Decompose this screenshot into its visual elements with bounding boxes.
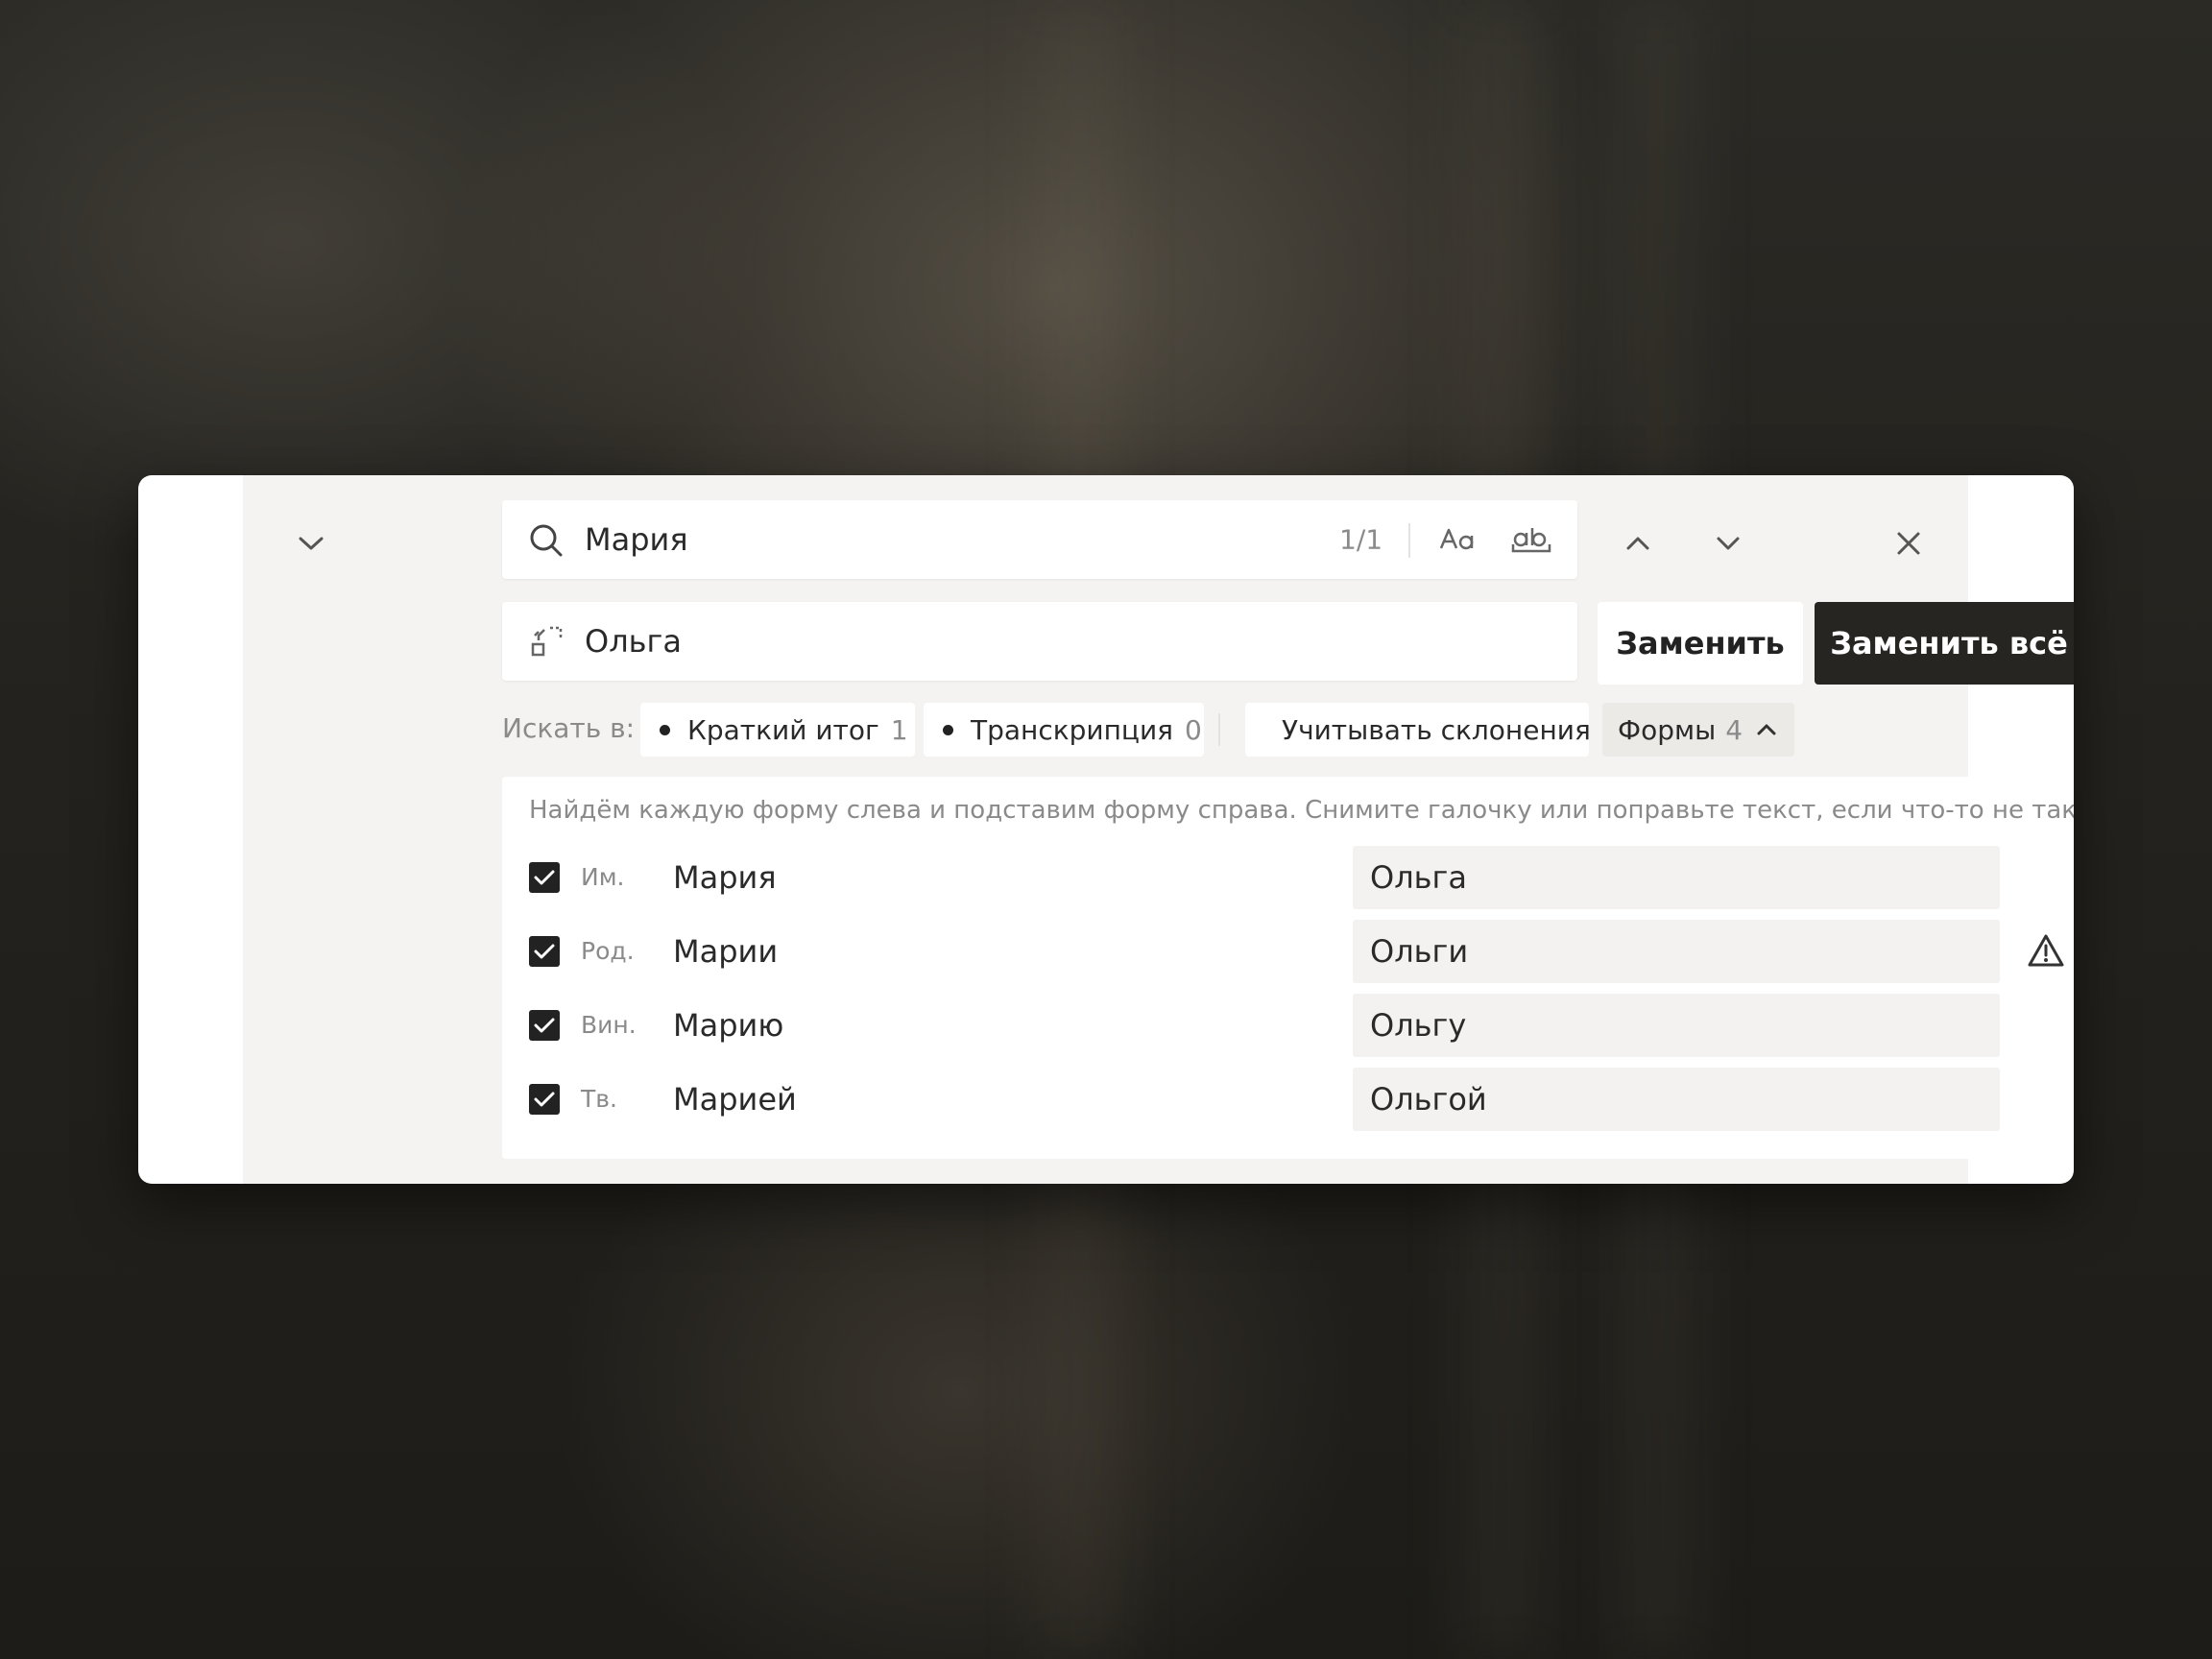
replace-input[interactable]: Ольга	[585, 623, 682, 660]
form-checkbox[interactable]	[529, 862, 560, 893]
search-field[interactable]: Мария 1/1	[502, 500, 1577, 579]
chevron-down-icon	[1717, 537, 1740, 550]
replace-all-button[interactable]: Заменить всё	[1815, 602, 2074, 685]
case-label: Им.	[581, 863, 625, 891]
forms-list: Найдём каждую форму слева и подставим фо…	[502, 777, 2074, 1159]
forms-label: Формы	[1618, 713, 1717, 746]
form-checkbox[interactable]	[529, 1010, 560, 1041]
forms-count: 4	[1725, 713, 1743, 746]
match-counter: 1/1	[1339, 523, 1383, 556]
chevron-down-icon	[299, 537, 324, 550]
whole-word-icon	[1511, 528, 1551, 553]
find-replace-panel: Мария 1/1 Ольга Заменить Заменить всё Ис…	[243, 475, 2074, 1184]
whole-word-button[interactable]	[1504, 519, 1558, 560]
scope-chip-label: Краткий итог	[687, 713, 879, 746]
close-button[interactable]	[1885, 519, 1933, 567]
scope-chip-count: 1	[890, 713, 908, 746]
target-form-input[interactable]: Ольгой	[1353, 1068, 2000, 1131]
target-form-input[interactable]: Ольгу	[1353, 994, 2000, 1057]
declension-toggle[interactable]: Учитывать склонения	[1245, 703, 1591, 757]
previous-match-button[interactable]	[1614, 519, 1662, 567]
case-label: Вин.	[581, 1011, 637, 1039]
search-scope-label: Искать в:	[502, 712, 636, 744]
replace-button[interactable]: Заменить	[1598, 602, 1803, 685]
form-row: Тв. Марией Ольгой	[502, 1068, 2074, 1131]
form-checkbox[interactable]	[529, 936, 560, 967]
source-form: Марию	[673, 1007, 784, 1044]
selected-dot-icon	[943, 724, 953, 735]
scope-chip-summary[interactable]: Краткий итог 1	[640, 703, 915, 757]
forms-toggle[interactable]: Формы 4	[1602, 703, 1794, 757]
divider	[1218, 713, 1220, 746]
form-row: Вин. Марию Ольгу	[502, 994, 2074, 1057]
target-form-input[interactable]: Ольги	[1353, 920, 2000, 983]
form-row: Род. Марии Ольги	[502, 920, 2074, 983]
source-form: Марии	[673, 933, 779, 970]
check-icon	[534, 1018, 555, 1033]
scope-chip-transcript[interactable]: Транскрипция 0	[924, 703, 1204, 757]
scope-chip-count: 0	[1185, 713, 1202, 746]
check-icon	[534, 870, 555, 885]
find-replace-dialog: Мария 1/1 Ольга Заменить Заменить всё Ис…	[138, 475, 2074, 1184]
case-label: Тв.	[581, 1085, 617, 1113]
chevron-up-icon	[1626, 537, 1649, 550]
selected-dot-icon	[660, 724, 670, 735]
replace-icon	[531, 626, 563, 657]
divider	[1408, 523, 1410, 558]
check-icon	[534, 944, 555, 959]
search-input[interactable]: Мария	[585, 521, 688, 558]
form-checkbox[interactable]	[529, 1084, 560, 1115]
chevron-up-icon	[1757, 724, 1776, 735]
match-case-button[interactable]	[1433, 519, 1483, 560]
match-case-icon	[1439, 528, 1474, 550]
search-icon	[530, 524, 563, 557]
check-icon	[534, 1092, 555, 1107]
replace-field[interactable]: Ольга	[502, 602, 1577, 681]
scope-chip-label: Транскрипция	[971, 713, 1174, 746]
source-form: Мария	[673, 859, 777, 896]
case-label: Род.	[581, 937, 635, 965]
form-row: Им. Мария Ольга	[502, 846, 2074, 909]
warning-icon	[2028, 934, 2064, 967]
next-match-button[interactable]	[1704, 519, 1752, 567]
forms-hint: Найдём каждую форму слева и подставим фо…	[529, 796, 2074, 825]
close-icon	[1897, 532, 1920, 555]
declension-label: Учитывать склонения	[1282, 713, 1591, 746]
collapse-button[interactable]	[287, 519, 335, 567]
target-form-input[interactable]: Ольга	[1353, 846, 2000, 909]
source-form: Марией	[673, 1081, 797, 1118]
